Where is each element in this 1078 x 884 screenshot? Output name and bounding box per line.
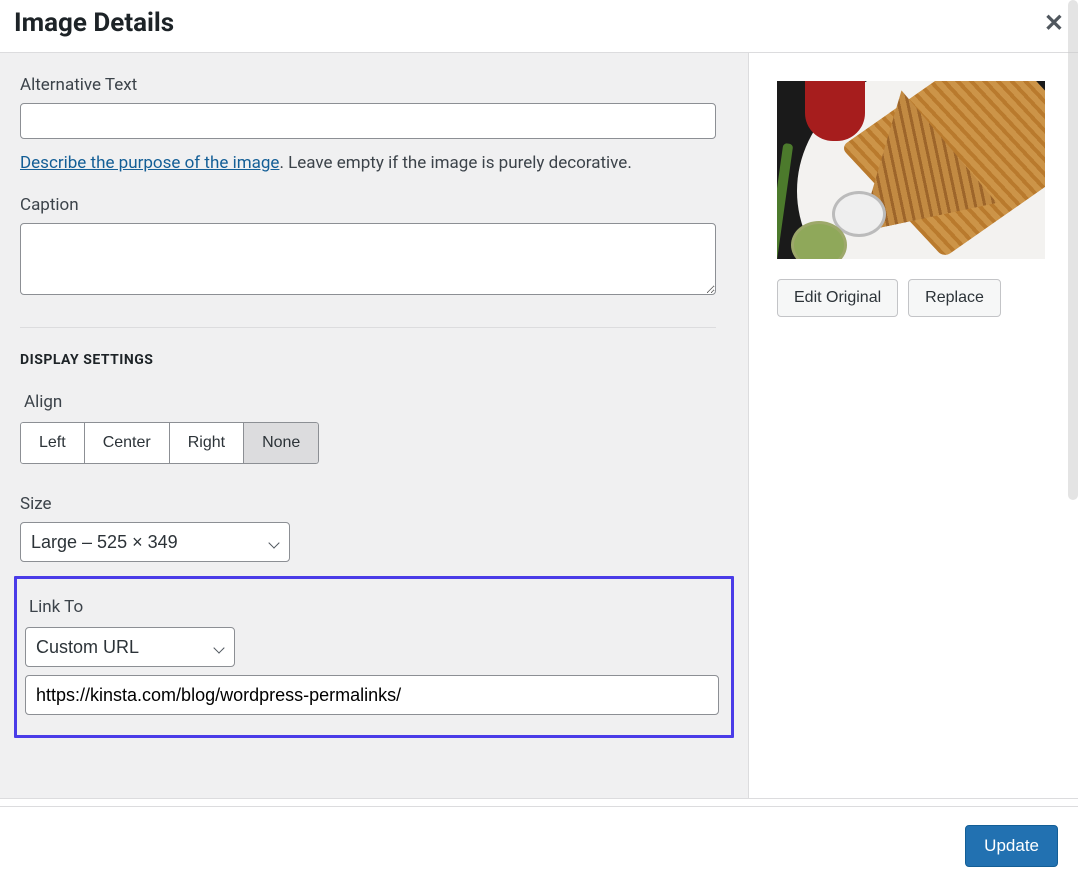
divider (20, 327, 716, 328)
link-to-highlight: Link To Custom URL (14, 576, 734, 738)
link-to-label: Link To (29, 597, 723, 617)
edit-original-button[interactable]: Edit Original (777, 279, 898, 317)
close-icon[interactable]: ✕ (1044, 11, 1064, 35)
update-button[interactable]: Update (965, 825, 1058, 867)
align-button-group: Left Center Right None (20, 422, 319, 464)
help-text: . Leave empty if the image is purely dec… (279, 153, 631, 173)
caption-input[interactable] (20, 223, 716, 295)
link-to-select[interactable]: Custom URL (25, 627, 235, 667)
describe-image-link[interactable]: Describe the purpose of the image (20, 153, 279, 173)
align-center-button[interactable]: Center (84, 422, 170, 464)
align-left-button[interactable]: Left (20, 422, 85, 464)
dialog-title: Image Details (14, 8, 174, 38)
alt-text-input[interactable] (20, 103, 716, 139)
size-label: Size (20, 494, 728, 514)
align-label: Align (24, 392, 728, 412)
scrollbar[interactable] (1068, 0, 1078, 500)
alt-text-label: Alternative Text (20, 75, 728, 95)
caption-label: Caption (20, 195, 728, 215)
link-url-input[interactable] (25, 675, 719, 715)
align-none-button[interactable]: None (243, 422, 319, 464)
align-right-button[interactable]: Right (169, 422, 244, 464)
size-select[interactable]: Large – 525 × 349 (20, 522, 290, 562)
display-settings-heading: DISPLAY SETTINGS (20, 352, 728, 368)
image-preview (777, 81, 1045, 259)
replace-button[interactable]: Replace (908, 279, 1001, 317)
